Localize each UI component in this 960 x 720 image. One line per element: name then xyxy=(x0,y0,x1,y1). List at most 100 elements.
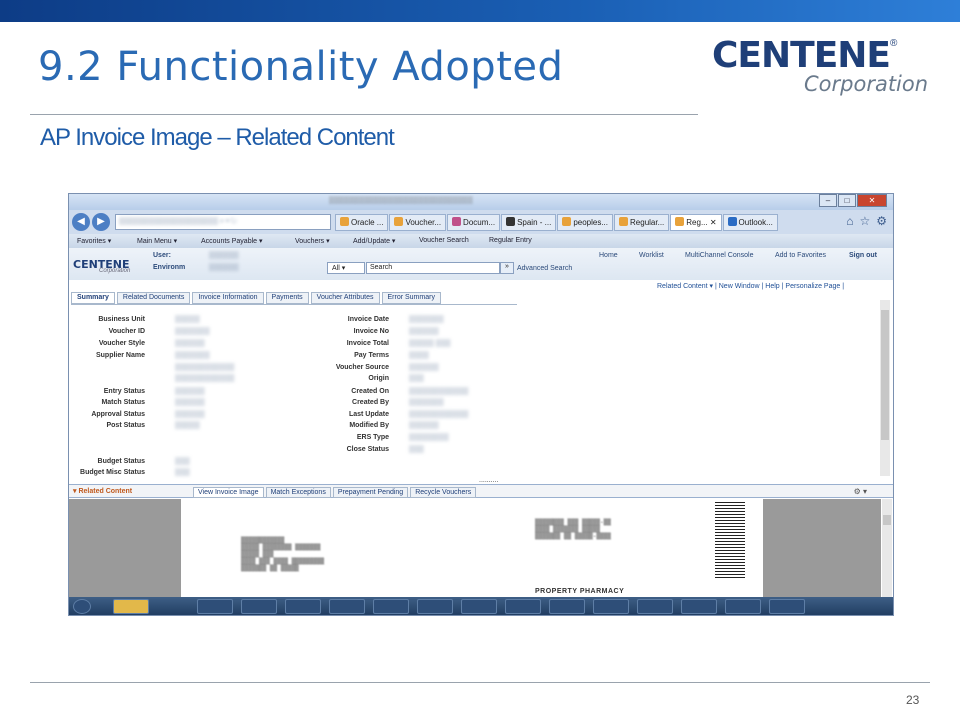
tab-view-invoice-image[interactable]: View Invoice Image xyxy=(193,487,264,498)
related-content-tabs: View Invoice Image Match Exceptions Prep… xyxy=(193,487,477,498)
taskbar-app-icon[interactable] xyxy=(637,599,673,614)
title-divider xyxy=(30,114,698,115)
tab-match-exceptions[interactable]: Match Exceptions xyxy=(265,487,331,498)
menu-vouchers[interactable]: Vouchers ▾ xyxy=(295,237,330,245)
menu-voucher-search[interactable]: Voucher Search xyxy=(419,237,469,244)
more-indicator[interactable]: .......... xyxy=(479,477,498,484)
taskbar-app-icon[interactable] xyxy=(681,599,717,614)
favorites-star-icon[interactable]: ☆ xyxy=(859,214,870,228)
taskbar-app-icon[interactable] xyxy=(549,599,585,614)
select-value: All xyxy=(332,265,340,272)
taskbar-app-icon[interactable] xyxy=(593,599,629,614)
field-value-blurred: ▒▒▒▒▒▒ xyxy=(409,328,439,335)
field-value-blurred: ▒▒▒▒▒▒▒ xyxy=(409,399,444,406)
window-title-blurred: ▒▒▒▒▒▒▒▒▒▒▒▒▒▒▒▒▒▒▒▒▒▒▒▒▒▒▒▒▒ xyxy=(329,197,473,204)
viewer-scrollbar[interactable] xyxy=(882,499,892,597)
gear-icon[interactable]: ⚙ xyxy=(876,214,887,228)
search-go-button[interactable]: » xyxy=(500,262,514,274)
tab-label: Outlook... xyxy=(738,218,773,227)
taskbar-app-icon[interactable] xyxy=(241,599,277,614)
browser-tab[interactable]: Docum... xyxy=(447,214,501,231)
field-value-blurred: ▒▒▒▒▒▒▒▒▒▒▒▒ xyxy=(409,388,469,395)
field-label: ERS Type xyxy=(356,434,389,441)
menu-main-menu[interactable]: Main Menu ▾ xyxy=(137,237,177,245)
field-label: Invoice Date xyxy=(347,316,389,323)
forward-arrow-icon[interactable]: ▶ xyxy=(92,213,110,231)
add-to-favorites-link[interactable]: Add to Favorites xyxy=(775,252,826,259)
field-label: Close Status xyxy=(346,446,389,453)
ie-icon xyxy=(619,217,629,226)
field-value-blurred: ▒▒▒ xyxy=(175,458,190,465)
pane-gear-icon[interactable]: ⚙ ▾ xyxy=(854,487,867,496)
address-bar[interactable]: ▒▒▒▒▒▒▒▒▒▒▒▒▒▒▒▒▒▒▒▒ ⌕ ▾ ↻ xyxy=(115,214,331,230)
outlook-icon xyxy=(727,217,737,226)
advanced-search-link[interactable]: Advanced Search xyxy=(517,265,572,272)
back-arrow-icon[interactable]: ◀ xyxy=(72,213,90,231)
tab-error-summary[interactable]: Error Summary xyxy=(381,292,441,304)
field-label: Invoice Total xyxy=(346,340,389,347)
taskbar-app-icon[interactable] xyxy=(329,599,365,614)
taskbar-app-icon[interactable] xyxy=(769,599,805,614)
tab-invoice-information[interactable]: Invoice Information xyxy=(192,292,264,304)
app-logo-sub: Corporation xyxy=(99,268,131,274)
search-scope-select[interactable]: All ▾ xyxy=(327,262,365,274)
taskbar-app-icon[interactable] xyxy=(197,599,233,614)
tab-payments[interactable]: Payments xyxy=(265,292,309,304)
multichannel-console-link[interactable]: MultiChannel Console xyxy=(685,252,753,259)
menu-favorites[interactable]: Favorites ▾ xyxy=(77,237,111,245)
taskbar-app-icon[interactable] xyxy=(285,599,321,614)
footer-divider xyxy=(30,682,930,683)
maximize-button[interactable]: □ xyxy=(838,194,856,207)
invoice-partial-text: PROPERTY PHARMACY xyxy=(535,588,625,595)
browser-tab[interactable]: Spain - ... xyxy=(501,214,557,231)
taskbar-app-icon[interactable] xyxy=(417,599,453,614)
taskbar-folder-icon[interactable] xyxy=(113,599,149,614)
menu-add-update[interactable]: Add/Update ▾ xyxy=(353,237,395,245)
field-value-blurred: ▒▒▒ xyxy=(409,375,424,382)
field-value-blurred: ▒▒▒▒▒▒ xyxy=(409,364,439,371)
window-titlebar: ▒▒▒▒▒▒▒▒▒▒▒▒▒▒▒▒▒▒▒▒▒▒▒▒▒▒▒▒▒ – □ ✕ xyxy=(69,194,893,210)
close-button[interactable]: ✕ xyxy=(857,194,887,207)
taskbar-app-icon[interactable] xyxy=(373,599,409,614)
related-content-title[interactable]: ▾ Related Content xyxy=(73,487,132,495)
browser-tab[interactable]: peoples... xyxy=(557,214,614,231)
scrollbar-thumb[interactable] xyxy=(883,515,891,525)
browser-tab[interactable]: Regular... xyxy=(614,214,670,231)
invoice-address-blurred: ▒▒▒▒▒▒▒▒▒▒▒▒ ▒▒▒▒▒ ▒▒▒▒▒▒▒▒ ▒▒▒▒▒▒▒ ▒▒▒▒… xyxy=(241,537,325,572)
home-link[interactable]: Home xyxy=(599,252,618,259)
tab-label: Voucher... xyxy=(405,218,442,227)
tab-prepayment-pending[interactable]: Prepayment Pending xyxy=(332,487,409,498)
taskbar-app-icon[interactable] xyxy=(725,599,761,614)
browser-tabs: Oracle ... Voucher... Docum... Spain - .… xyxy=(335,214,778,231)
search-input[interactable]: Search xyxy=(366,262,500,274)
menu-accounts-payable[interactable]: Accounts Payable ▾ xyxy=(201,237,263,245)
taskbar-app-icon[interactable] xyxy=(461,599,497,614)
supplier-address-blurred: ▒▒▒▒▒▒▒▒ ▒▒▒ ▒▒▒▒▒-▒▒ ▒▒▒▒ ▒▒▒▒▒▒▒ ▒▒▒▒▒… xyxy=(535,519,611,540)
browser-tab[interactable]: Voucher... xyxy=(389,214,447,231)
field-label: Budget Status xyxy=(97,458,145,465)
browser-tab-active[interactable]: Reg... ✕ xyxy=(670,214,722,231)
menu-regular-entry[interactable]: Regular Entry xyxy=(489,237,532,244)
tab-summary[interactable]: Summary xyxy=(71,292,115,304)
worklist-link[interactable]: Worklist xyxy=(639,252,664,259)
sign-out-link[interactable]: Sign out xyxy=(849,252,877,259)
tab-related-documents[interactable]: Related Documents xyxy=(116,292,191,304)
browser-tab[interactable]: Outlook... xyxy=(722,214,778,231)
tab-recycle-vouchers[interactable]: Recycle Vouchers xyxy=(410,487,477,498)
field-label: Entry Status xyxy=(103,388,145,395)
taskbar-app-icon[interactable] xyxy=(505,599,541,614)
field-value-blurred: ▒▒▒ xyxy=(175,469,190,476)
field-label: Invoice No xyxy=(353,328,389,335)
start-icon[interactable] xyxy=(73,599,91,614)
field-label: Origin xyxy=(368,375,389,382)
minimize-button[interactable]: – xyxy=(819,194,837,207)
field-label: Last Update xyxy=(348,411,389,418)
tab-voucher-attributes[interactable]: Voucher Attributes xyxy=(310,292,380,304)
field-label: Pay Terms xyxy=(354,352,389,359)
scrollbar-thumb[interactable] xyxy=(881,310,889,440)
page-scrollbar[interactable] xyxy=(880,300,890,476)
browser-tab[interactable]: Oracle ... xyxy=(335,214,389,231)
tab-label: Regular... xyxy=(630,218,665,227)
home-icon[interactable]: ⌂ xyxy=(846,214,853,228)
related-content-links[interactable]: Related Content ▾ | New Window | Help | … xyxy=(657,282,844,290)
